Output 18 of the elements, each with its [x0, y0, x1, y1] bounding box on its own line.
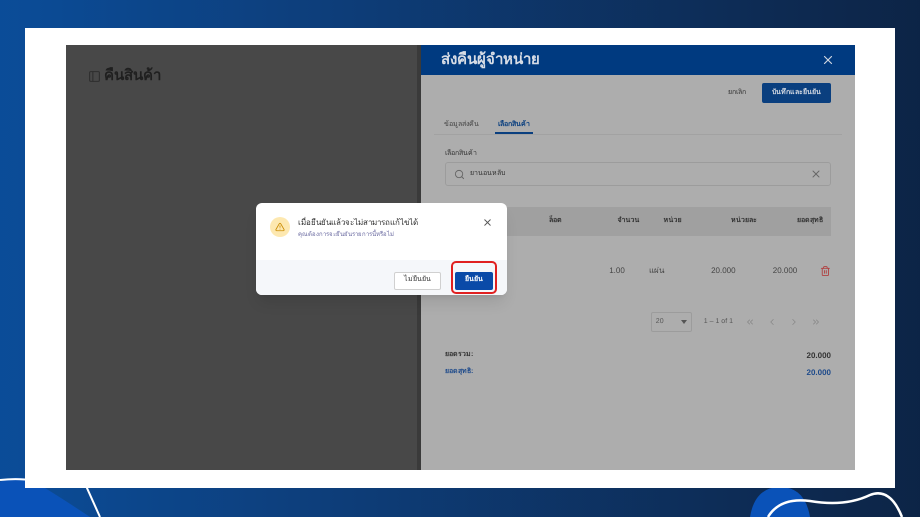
delete-icon[interactable] — [820, 265, 831, 277]
drawer-title: ส่งคืนผู้จำหน่าย — [441, 50, 540, 70]
first-page-icon[interactable] — [745, 317, 755, 327]
total-value: 20.000 — [806, 367, 831, 379]
caret-icon — [680, 320, 687, 324]
last-page-icon[interactable] — [811, 317, 821, 327]
clear-icon[interactable] — [810, 168, 822, 180]
close-icon[interactable] — [821, 53, 835, 67]
table-cell-text: 20.000 — [772, 265, 798, 277]
warning-icon — [270, 217, 290, 237]
sidebar-icon[interactable] — [88, 70, 101, 83]
close-icon[interactable] — [482, 217, 493, 228]
table-cell-text: แผ่น — [648, 265, 666, 277]
total-value: 20.000 — [806, 350, 831, 362]
dialog-title: เมื่อยืนยันแล้วจะไม่สามารถแก้ไขได้ — [298, 217, 419, 229]
search-icon — [454, 168, 465, 180]
table-cell-text: 20.000 — [710, 265, 736, 277]
table-cell-text: 1.00 — [608, 265, 625, 277]
